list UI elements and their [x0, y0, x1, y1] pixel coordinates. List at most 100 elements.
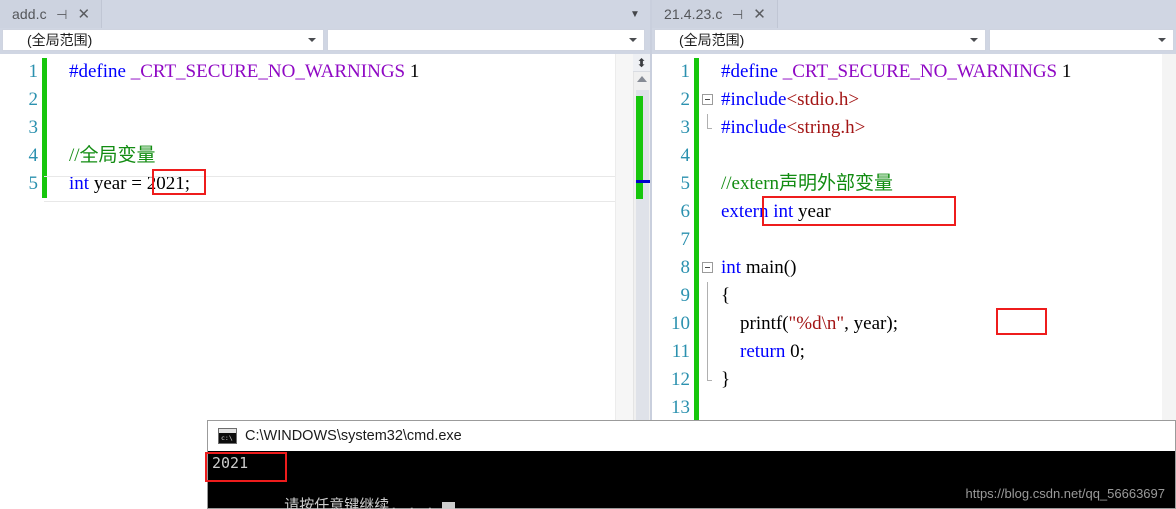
tab-add-c[interactable]: add.c ⊣ ✕	[0, 0, 102, 28]
member-dropdown-right[interactable]	[989, 29, 1174, 51]
close-icon[interactable]: ✕	[77, 6, 91, 22]
watermark-url: https://blog.csdn.net/qq_56663697	[965, 486, 1166, 501]
line-number: 1	[680, 61, 691, 82]
code-line[interactable]: 12}	[652, 366, 1176, 394]
block-cursor-icon	[442, 502, 456, 509]
navigation-bar-right: (全局范围)	[652, 28, 1176, 54]
fold-marker[interactable]	[699, 170, 715, 198]
code-text: printf("%d\n", year);	[721, 313, 898, 334]
scroll-up-icon[interactable]	[637, 76, 647, 82]
close-icon[interactable]: ✕	[753, 6, 767, 22]
tabstrip-empty-space	[101, 0, 620, 28]
code-line[interactable]: 10 printf("%d\n", year);	[652, 310, 1176, 338]
fold-marker[interactable]	[699, 142, 715, 170]
code-line[interactable]: 9{	[652, 282, 1176, 310]
fold-marker[interactable]	[699, 366, 715, 394]
code-text: //extern声明外部变量	[721, 173, 894, 194]
code-line[interactable]: 2 #include<stdio.h>	[652, 86, 1176, 114]
vs-split-editor-window: add.c ⊣ ✕ ▼ (全局范围) 1 #define _CRT_SECURE_…	[0, 0, 1176, 509]
console-output-line-1: 2021	[212, 454, 249, 472]
navigation-bar-left: (全局范围)	[0, 28, 650, 54]
member-dropdown-left[interactable]	[327, 29, 645, 51]
fold-marker[interactable]	[47, 114, 63, 142]
line-number: 9	[680, 285, 691, 306]
code-text: extern int year	[721, 201, 831, 222]
code-line[interactable]: 4	[652, 142, 1176, 170]
line-number: 6	[680, 201, 691, 222]
line-number: 2	[680, 89, 691, 110]
code-text: }	[721, 369, 731, 390]
chevron-down-icon[interactable]: ▼	[620, 0, 650, 28]
line-number: 8	[680, 257, 691, 278]
fold-marker[interactable]	[699, 254, 715, 282]
fold-marker[interactable]	[47, 170, 63, 198]
code-line[interactable]: 3	[0, 114, 650, 142]
line-number: 4	[28, 145, 39, 166]
code-text: {	[721, 285, 731, 306]
code-line[interactable]: 5 int year = 2021;	[0, 170, 650, 198]
scrollbar-caret-marker	[636, 180, 651, 183]
code-line[interactable]: 6 extern int year	[652, 198, 1176, 226]
cmd-console-window[interactable]: C:\WINDOWS\system32\cmd.exe 2021 请按任意键继续…	[205, 420, 1176, 509]
fold-marker[interactable]	[699, 394, 715, 422]
line-number: 7	[680, 229, 691, 250]
code-text: int year = 2021;	[69, 173, 190, 194]
line-number: 2	[28, 89, 39, 110]
fold-marker[interactable]	[699, 86, 715, 114]
code-line[interactable]: 1 #define _CRT_SECURE_NO_WARNINGS 1	[0, 58, 650, 86]
code-line[interactable]: 4 //全局变量	[0, 142, 650, 170]
line-number: 5	[680, 173, 691, 194]
console-titlebar[interactable]: C:\WINDOWS\system32\cmd.exe	[208, 421, 1175, 451]
console-output-line-2: 请按任意键继续. . .	[284, 496, 435, 509]
tab-21-4-23-c[interactable]: 21.4.23.c ⊣ ✕	[652, 0, 778, 28]
code-line[interactable]: 3 #include<string.h>	[652, 114, 1176, 142]
fold-marker[interactable]	[699, 58, 715, 86]
line-number: 11	[671, 341, 690, 362]
code-line[interactable]: 1 #define _CRT_SECURE_NO_WARNINGS 1	[652, 58, 1176, 86]
fold-marker[interactable]	[47, 58, 63, 86]
code-line[interactable]: 2	[0, 86, 650, 114]
fold-marker[interactable]	[47, 142, 63, 170]
tabstrip-right: 21.4.23.c ⊣ ✕	[652, 0, 1176, 28]
pin-icon[interactable]: ⊣	[731, 6, 745, 22]
tab-label: 21.4.23.c	[664, 6, 723, 22]
line-number: 3	[680, 117, 691, 138]
line-number: 12	[671, 369, 690, 390]
fold-marker[interactable]	[47, 86, 63, 114]
chevron-down-icon	[970, 38, 979, 42]
code-text: //全局变量	[69, 145, 156, 166]
line-number: 1	[28, 61, 39, 82]
scrollbar-change-marker	[636, 96, 643, 199]
line-number: 4	[680, 145, 691, 166]
fold-marker[interactable]	[699, 338, 715, 366]
code-text: return 0;	[740, 341, 805, 362]
split-view-icon[interactable]: ⬍	[633, 54, 650, 72]
fold-marker[interactable]	[699, 114, 715, 142]
chevron-down-icon	[308, 38, 316, 42]
code-line[interactable]: 8 int main()	[652, 254, 1176, 282]
code-line[interactable]: 7	[652, 226, 1176, 254]
pin-icon[interactable]: ⊣	[55, 6, 69, 22]
code-text: #define _CRT_SECURE_NO_WARNINGS 1	[721, 61, 1072, 82]
line-number: 10	[671, 313, 690, 334]
code-text: int main()	[721, 257, 797, 278]
code-line[interactable]: 5 //extern声明外部变量	[652, 170, 1176, 198]
console-title-text: C:\WINDOWS\system32\cmd.exe	[245, 428, 462, 444]
scope-dropdown-left[interactable]: (全局范围)	[2, 29, 324, 51]
fold-marker[interactable]	[699, 310, 715, 338]
fold-marker[interactable]	[699, 282, 715, 310]
chevron-down-icon	[1158, 38, 1166, 42]
tabstrip-empty-space	[777, 0, 1176, 28]
scope-dropdown-right[interactable]: (全局范围)	[654, 29, 987, 51]
code-line[interactable]: 11 return 0;	[652, 338, 1176, 366]
code-text: #define _CRT_SECURE_NO_WARNINGS 1	[69, 61, 420, 82]
code-text: #include<string.h>	[721, 117, 866, 138]
line-number: 13	[671, 397, 690, 418]
tab-label: add.c	[12, 6, 47, 22]
fold-marker[interactable]	[699, 198, 715, 226]
cmd-icon	[218, 428, 237, 444]
fold-marker[interactable]	[699, 226, 715, 254]
line-number: 3	[28, 117, 39, 138]
code-line[interactable]: 13	[652, 394, 1176, 422]
